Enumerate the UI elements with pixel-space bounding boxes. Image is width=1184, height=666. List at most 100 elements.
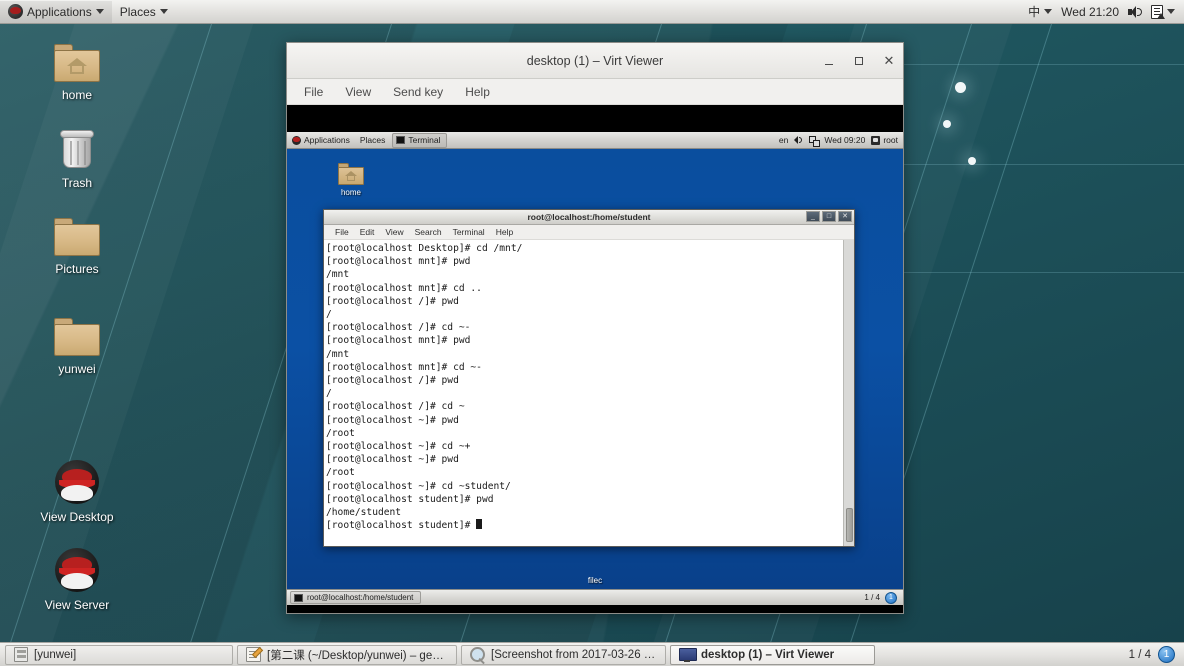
desktop-icon-home[interactable]: home	[29, 44, 125, 102]
guest-task-label: Terminal	[408, 135, 441, 145]
taskbar-item-label: desktop (1) – Virt Viewer	[701, 648, 835, 661]
guest-keyboard-layout[interactable]: en	[779, 135, 788, 145]
desktop-icon-trash[interactable]: Trash	[29, 130, 125, 190]
terminal-line: /home/student	[326, 507, 402, 519]
terminal-menu-help[interactable]: Help	[491, 226, 518, 238]
volume-icon	[1128, 5, 1142, 18]
input-method-label: 中	[1028, 5, 1041, 19]
terminal-scrollbar-thumb[interactable]	[846, 508, 853, 542]
terminal-menu-terminal[interactable]: Terminal	[448, 226, 490, 238]
applications-menu[interactable]: Applications	[0, 0, 112, 23]
terminal-maximize-button[interactable]: □	[822, 211, 836, 222]
guest-panel-status-area: en Wed 09:20 root	[779, 135, 903, 147]
maximize-button[interactable]	[851, 53, 867, 69]
monitor-icon	[679, 647, 697, 662]
guest-panel-task-terminal[interactable]: Terminal	[392, 132, 448, 148]
desktop-icon-label: Trash	[61, 176, 93, 190]
virt-viewer-titlebar[interactable]: desktop (1) – Virt Viewer ✕	[287, 43, 903, 79]
desktop-icon-label: home	[61, 88, 93, 102]
host-workspace-badge[interactable]: 1	[1158, 646, 1175, 663]
menu-file[interactable]: File	[295, 82, 332, 102]
places-menu[interactable]: Places	[112, 1, 176, 23]
volume-icon[interactable]	[794, 136, 803, 144]
terminal-output[interactable]: [root@localhost Desktop]# cd /mnt/ [root…	[324, 240, 843, 546]
close-button[interactable]: ✕	[881, 53, 897, 69]
terminal-close-button[interactable]: ✕	[838, 211, 852, 222]
terminal-line: [root@localhost /]# cd ~	[326, 401, 465, 413]
vm-screen[interactable]: Applications Places Terminal en Wed 09:2…	[287, 105, 903, 613]
desktop-icon-view-desktop[interactable]: View Desktop	[29, 460, 125, 524]
files-icon	[14, 647, 28, 662]
guest-desktop-icon-home[interactable]: home	[321, 163, 381, 197]
desktop-icon-view-server[interactable]: View Server	[29, 548, 125, 612]
terminal-titlebar[interactable]: root@localhost:/home/student _ □ ✕	[324, 210, 854, 225]
terminal-scrollbar[interactable]	[843, 240, 854, 546]
guest-user-label: root	[883, 135, 898, 145]
user-icon	[871, 135, 881, 145]
window-controls: ✕	[821, 43, 897, 79]
taskbar-item-virt-viewer[interactable]: desktop (1) – Virt Viewer	[670, 644, 875, 665]
menu-view[interactable]: View	[336, 82, 380, 102]
redhat-icon	[55, 460, 99, 504]
wallpaper-dot	[955, 82, 966, 93]
terminal-menu-edit[interactable]: Edit	[355, 226, 380, 238]
network-icon[interactable]	[809, 135, 821, 147]
input-method-indicator[interactable]: 中	[1028, 3, 1053, 20]
guest-taskbar-entry-terminal[interactable]: root@localhost:/home/student	[290, 591, 422, 604]
virt-viewer-title: desktop (1) – Virt Viewer	[526, 53, 664, 68]
chevron-down-icon	[1044, 9, 1053, 14]
desktop-icon-label: yunwei	[58, 362, 96, 376]
guest-user-menu[interactable]: root	[871, 135, 898, 145]
terminal-window-controls: _ □ ✕	[806, 211, 852, 222]
minimize-button[interactable]	[821, 53, 837, 69]
terminal-body[interactable]: [root@localhost Desktop]# cd /mnt/ [root…	[324, 240, 854, 546]
taskbar-item-gedit[interactable]: [第二课 (~/Desktop/yunwei) – ged…	[237, 644, 457, 665]
guest-workspace-switcher[interactable]: 1 / 4 1	[864, 591, 900, 604]
guest-workspace-text: 1 / 4	[864, 593, 880, 602]
terminal-line: /root	[326, 427, 355, 439]
terminal-menu-view[interactable]: View	[380, 226, 408, 238]
guest-applications-menu[interactable]: Applications	[287, 135, 355, 145]
volume-button[interactable]	[1128, 5, 1142, 18]
virt-viewer-menubar: File View Send key Help	[287, 79, 903, 105]
guest-places-menu[interactable]: Places	[355, 135, 391, 145]
desktop-icon-yunwei[interactable]: yunwei	[29, 318, 125, 376]
taskbar-item-screenshot[interactable]: [Screenshot from 2017-03-26 0…	[461, 644, 666, 665]
vm-letterbox-top	[287, 105, 903, 132]
guest-workspace-badge[interactable]: 1	[885, 591, 897, 604]
power-document-icon	[1151, 4, 1165, 19]
taskbar-item-label: [第二课 (~/Desktop/yunwei) – ged…	[267, 649, 448, 662]
terminal-line: [root@localhost mnt]# cd ..	[326, 282, 482, 294]
clock[interactable]: Wed 21:20	[1061, 5, 1119, 19]
guest-places-label: Places	[359, 135, 386, 145]
terminal-line: /mnt	[326, 269, 350, 281]
taskbar-item-label: [Screenshot from 2017-03-26 0…	[491, 648, 657, 661]
guest-desktop[interactable]: home root@localhost:/home/student _ □ ✕ …	[287, 149, 903, 589]
chevron-down-icon	[95, 9, 104, 14]
wallpaper-hline	[900, 272, 1184, 273]
menu-send-key[interactable]: Send key	[384, 82, 452, 102]
system-menu-button[interactable]	[1151, 4, 1175, 19]
taskbar-item-yunwei[interactable]: [yunwei]	[5, 644, 233, 665]
menu-help[interactable]: Help	[456, 82, 499, 102]
terminal-menu-file[interactable]: File	[330, 226, 354, 238]
guest-top-panel: Applications Places Terminal en Wed 09:2…	[287, 132, 903, 149]
terminal-title: root@localhost:/home/student	[527, 212, 651, 222]
desktop-icon-label: View Server	[44, 598, 110, 612]
terminal-minimize-button[interactable]: _	[806, 211, 820, 222]
terminal-line: [root@localhost Desktop]# cd /mnt/	[326, 243, 523, 254]
redhat-icon	[55, 548, 99, 592]
terminal-line: [root@localhost ~]# pwd	[326, 454, 459, 466]
home-folder-icon	[54, 44, 100, 82]
taskbar-item-label: [yunwei]	[34, 648, 77, 661]
redhat-logo-icon	[292, 135, 301, 145]
desktop-icon-pictures[interactable]: Pictures	[29, 218, 125, 276]
host-workspace-switcher[interactable]: 1 / 4 1	[1129, 646, 1179, 663]
host-taskbar: [yunwei] [第二课 (~/Desktop/yunwei) – ged… …	[0, 642, 1184, 666]
terminal-icon	[294, 593, 303, 602]
places-menu-label: Places	[119, 4, 156, 19]
host-workspace-text: 1 / 4	[1128, 648, 1151, 661]
terminal-menu-search[interactable]: Search	[410, 226, 447, 238]
terminal-line: [root@localhost ~]# cd ~+	[326, 441, 471, 453]
guest-clock[interactable]: Wed 09:20	[824, 135, 865, 145]
